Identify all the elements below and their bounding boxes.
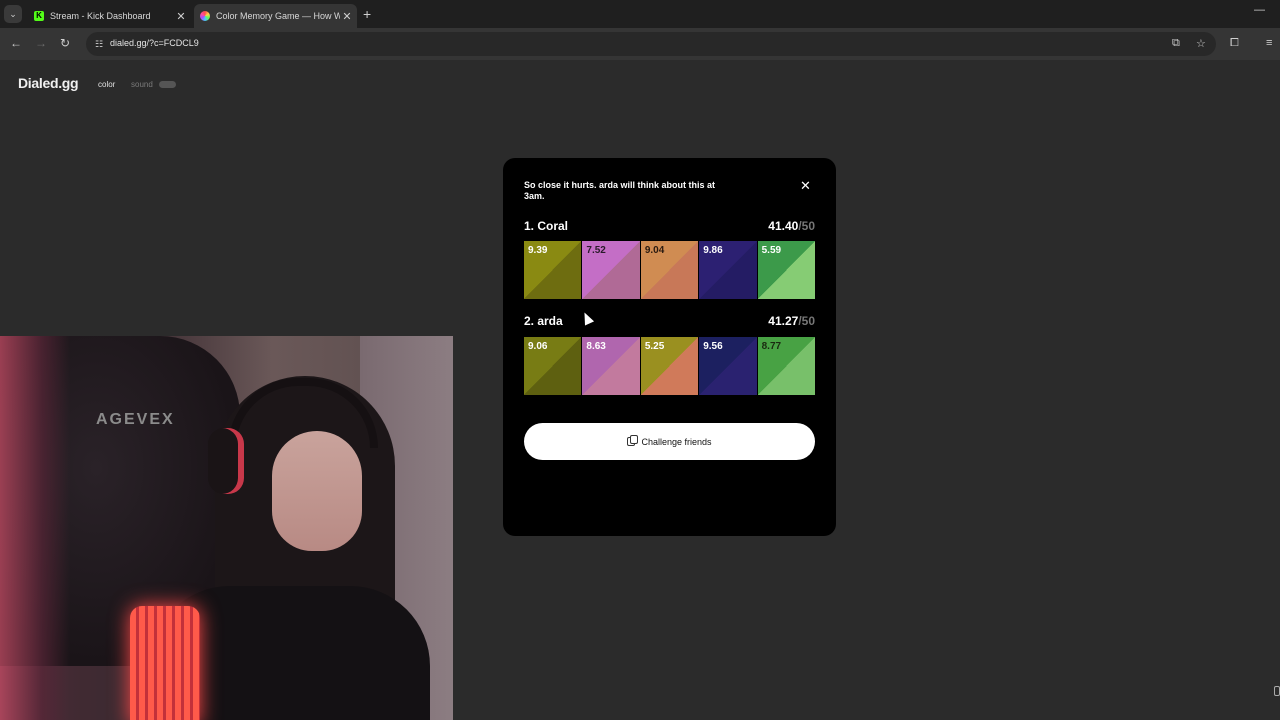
webcam-overlay: AGEVEX — [0, 336, 453, 720]
color-swatch: 5.59 — [757, 241, 816, 299]
swatch-score: 9.06 — [528, 341, 548, 352]
close-tab-icon[interactable]: ✕ — [340, 10, 354, 23]
color-wheel-icon — [200, 11, 210, 21]
challenge-friends-button[interactable]: Challenge friends — [524, 423, 815, 460]
reading-list-icon[interactable]: ≡ — [1266, 37, 1272, 49]
swatch-score: 9.56 — [703, 341, 723, 352]
player-2-score: 41.27/50 — [768, 314, 815, 328]
swatch-score: 5.59 — [761, 245, 782, 256]
tab-search-chevron-icon[interactable]: ⌄ — [4, 5, 22, 23]
score-value: 41.27 — [768, 314, 799, 328]
swatch-score: 8.63 — [586, 341, 606, 352]
score-value: 41.40 — [768, 219, 799, 233]
back-arrow-icon[interactable]: ← — [10, 36, 22, 50]
swatch-score: 8.77 — [761, 341, 782, 352]
swatch-score: 7.52 — [586, 245, 606, 256]
streamer-face — [272, 431, 362, 551]
tab-title: Stream - Kick Dashboard — [50, 11, 151, 21]
forward-arrow-icon[interactable]: → — [35, 36, 47, 50]
results-modal: So close it hurts. arda will think about… — [503, 158, 836, 536]
tab-title: Color Memory Game — How W — [216, 11, 340, 21]
headset-icon — [208, 428, 244, 494]
color-swatch: 8.63 — [582, 337, 640, 395]
extensions-puzzle-icon[interactable]: ⧠ — [1230, 37, 1239, 50]
score-max: /50 — [798, 219, 815, 233]
player-2-swatches: 9.06 8.63 5.25 9.56 8.77 — [524, 337, 816, 395]
url-text[interactable]: dialed.gg/?c=FCDCL9 — [110, 38, 199, 48]
coming-soon-badge — [159, 81, 176, 88]
player-1-swatches: 9.39 7.52 9.04 9.86 5.59 — [524, 241, 816, 299]
install-app-icon[interactable]: ⧉ — [1172, 37, 1180, 50]
close-tab-icon[interactable]: ✕ — [174, 10, 188, 23]
player-1-name: 1. Coral — [524, 219, 569, 233]
color-swatch: 9.04 — [640, 241, 699, 299]
color-swatch: 9.56 — [699, 337, 757, 395]
copy-icon — [627, 435, 639, 446]
side-panel-icon[interactable] — [1274, 686, 1280, 696]
minimize-window-icon[interactable]: — — [1254, 4, 1265, 16]
color-swatch: 9.86 — [699, 241, 757, 299]
site-logo[interactable]: Dialed.gg — [18, 75, 79, 91]
browser-tab-strip: ⌄ K Stream - Kick Dashboard ✕ Color Memo… — [0, 0, 1280, 28]
kick-icon: K — [34, 11, 44, 21]
color-swatch: 8.77 — [757, 337, 816, 395]
close-icon[interactable]: ✕ — [800, 178, 811, 194]
chair-brand-logo: AGEVEX — [96, 411, 175, 428]
tab-kick-dashboard[interactable]: K Stream - Kick Dashboard ✕ — [28, 4, 191, 28]
chair-light — [0, 336, 70, 720]
site-info-icon[interactable]: ☷ — [92, 37, 106, 51]
score-max: /50 — [798, 314, 815, 328]
reload-icon[interactable]: ↻ — [60, 36, 70, 50]
nav-color-link[interactable]: color — [98, 80, 115, 89]
new-tab-plus-icon[interactable]: + — [363, 6, 371, 22]
challenge-label: Challenge friends — [641, 436, 712, 447]
microphone-icon — [130, 606, 200, 720]
color-swatch: 9.06 — [524, 337, 582, 395]
swatch-score: 9.04 — [644, 245, 665, 256]
bookmark-star-icon[interactable]: ☆ — [1196, 37, 1206, 50]
tab-color-memory-game[interactable]: Color Memory Game — How W ✕ — [194, 4, 357, 28]
color-swatch: 9.39 — [524, 241, 582, 299]
result-message: So close it hurts. arda will think about… — [524, 180, 716, 201]
color-swatch: 5.25 — [640, 337, 699, 395]
swatch-score: 9.39 — [528, 245, 548, 256]
player-2-name: 2. arda — [524, 314, 563, 328]
nav-sound-link[interactable]: sound — [131, 80, 153, 89]
color-swatch: 7.52 — [582, 241, 640, 299]
swatch-score: 9.86 — [703, 245, 723, 256]
browser-toolbar: ← → ↻ ☷ dialed.gg/?c=FCDCL9 ⧉ ☆ ⧠ ≡ — [0, 28, 1280, 60]
address-bar[interactable]: ☷ dialed.gg/?c=FCDCL9 — [86, 32, 1216, 56]
player-1-score: 41.40/50 — [768, 219, 815, 233]
swatch-score: 5.25 — [644, 341, 665, 352]
